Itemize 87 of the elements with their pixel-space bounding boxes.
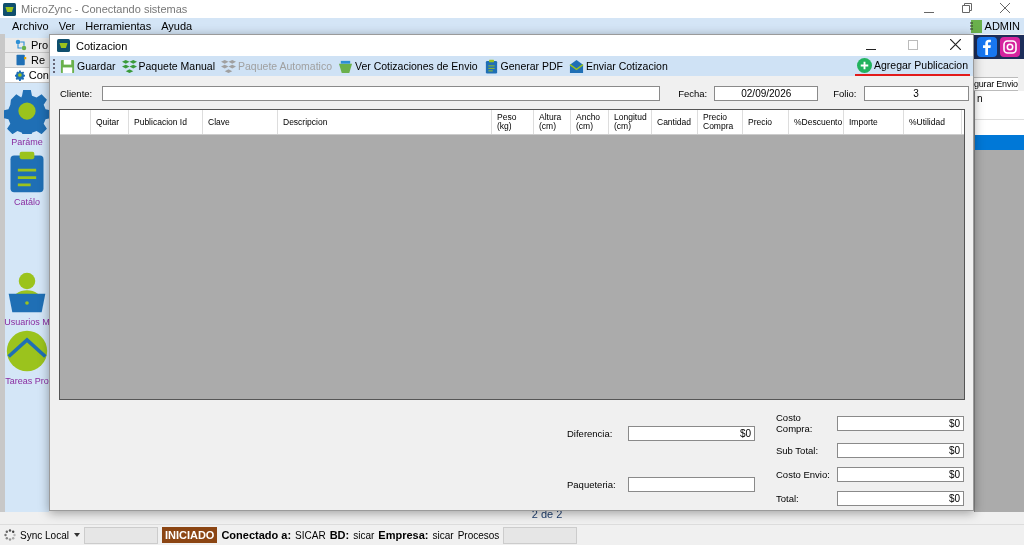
toolbar-button[interactable]: Enviar Cotizacion — [567, 57, 670, 75]
field-label: Costo Compra: — [776, 412, 814, 434]
boxes-icon — [221, 58, 236, 74]
status-badge: INICIADO — [161, 527, 218, 543]
sidebar-tab[interactable]: Re — [5, 53, 49, 68]
window-title: MicroZync - Conectando sistemas — [21, 3, 188, 15]
column-header[interactable]: Ancho (cm) — [571, 110, 609, 134]
facebook-icon[interactable] — [977, 37, 997, 57]
sidebar-item-label[interactable]: Usuarios M — [4, 317, 50, 327]
gear-icon — [15, 69, 25, 81]
status-label: BD: — [329, 529, 350, 541]
column-header[interactable]: Peso (kg) — [492, 110, 534, 134]
amount-field[interactable]: $0 — [628, 425, 755, 441]
amount-field[interactable]: $0 — [837, 467, 964, 482]
field-label: Diferencia: — [567, 427, 614, 439]
column-header[interactable]: Precio — [743, 110, 789, 134]
sidebar-tab[interactable]: Pro — [5, 38, 49, 53]
app-logo-icon — [3, 2, 16, 16]
spinner-icon — [4, 529, 16, 541]
sidebar-item-label[interactable]: Catálo — [14, 197, 40, 207]
amount-field[interactable]: $0 — [837, 491, 964, 506]
text-field[interactable] — [102, 85, 661, 101]
status-value: SICAR — [295, 529, 326, 541]
amount-field[interactable]: $0 — [837, 415, 964, 431]
notebook-icon — [969, 19, 982, 33]
list-header-text: n — [975, 91, 1024, 119]
menu-item[interactable]: Ver — [54, 20, 82, 32]
field-label: Costo Envio: — [776, 469, 831, 480]
field-label: Cliente: — [60, 87, 93, 99]
field-label: Folio: — [833, 87, 857, 99]
sidebar-item-label[interactable]: Paráme — [11, 137, 43, 147]
app-logo-icon — [57, 39, 70, 52]
status-value: sicar — [353, 529, 375, 541]
globe-icon — [5, 329, 49, 373]
text-field[interactable]: 02/09/2026 — [714, 85, 819, 101]
sidebar-tab[interactable]: Con — [5, 68, 49, 83]
save-icon — [60, 58, 75, 74]
toolbar-button[interactable]: Ver Cotizaciones de Envio — [336, 57, 480, 75]
book-icon — [15, 54, 27, 66]
column-header[interactable]: Longitud (cm) — [609, 110, 652, 134]
flow-icon — [15, 39, 27, 51]
maximize-icon — [908, 39, 918, 50]
plus-icon — [857, 57, 872, 73]
toolbar-button[interactable]: Generar PDF — [481, 57, 565, 75]
status-value: sicar — [432, 529, 454, 541]
user-name: ADMIN — [984, 20, 1020, 32]
instagram-icon[interactable] — [1000, 37, 1020, 57]
dialog-title: Cotizacion — [76, 39, 128, 52]
sidebar-item-label[interactable]: Tareas Pro — [5, 376, 49, 386]
column-header[interactable]: Importe — [844, 110, 904, 134]
amount-field[interactable] — [628, 477, 755, 493]
toolbar-button[interactable]: Guardar — [58, 57, 118, 75]
panel-tab[interactable]: gurar Envio — [974, 77, 1018, 91]
add-publication-button[interactable]: Agregar Publicacion — [855, 56, 970, 76]
status-label: Conectado a: — [221, 529, 292, 541]
status-label: Procesos — [457, 529, 500, 541]
envelope-icon — [569, 58, 584, 74]
grip-icon — [53, 59, 56, 73]
column-header[interactable]: Descripcion — [278, 110, 492, 134]
column-header[interactable]: Publicacion Id — [129, 110, 203, 134]
clipboard-icon — [483, 58, 499, 74]
text-field[interactable]: 3 — [863, 85, 969, 101]
caret-icon — [73, 533, 80, 537]
field-label: Fecha: — [678, 87, 708, 99]
column-header[interactable]: Altura (cm) — [534, 110, 571, 134]
menu-item[interactable]: Archivo — [8, 20, 55, 32]
column-header[interactable]: Cantidad — [652, 110, 698, 134]
close-icon[interactable] — [949, 38, 961, 50]
menu-item[interactable]: Herramientas — [81, 20, 158, 32]
menu-item[interactable]: Ayuda — [157, 20, 199, 32]
field-label: Paqueteria: — [567, 479, 617, 491]
minimize-icon[interactable] — [866, 48, 876, 50]
column-header[interactable]: %Descuento — [789, 110, 844, 134]
boxes-icon — [121, 58, 137, 74]
column-header[interactable]: %Utilidad — [904, 110, 962, 134]
status-label: Empresa: — [378, 529, 429, 541]
field-label: Sub Total: — [776, 445, 820, 456]
amount-field[interactable]: $0 — [837, 443, 964, 458]
column-header[interactable]: Clave — [203, 110, 278, 134]
sync-dropdown[interactable]: Sync Local — [20, 529, 80, 541]
restore-icon[interactable] — [962, 3, 972, 13]
basket-icon — [338, 58, 353, 74]
toolbar-button[interactable]: Paquete Manual — [119, 57, 217, 75]
field-label: Total: — [776, 493, 800, 504]
column-header[interactable]: Quitar — [91, 110, 129, 134]
column-header[interactable]: Precio Compra — [698, 110, 743, 134]
gear-icon — [4, 88, 50, 134]
